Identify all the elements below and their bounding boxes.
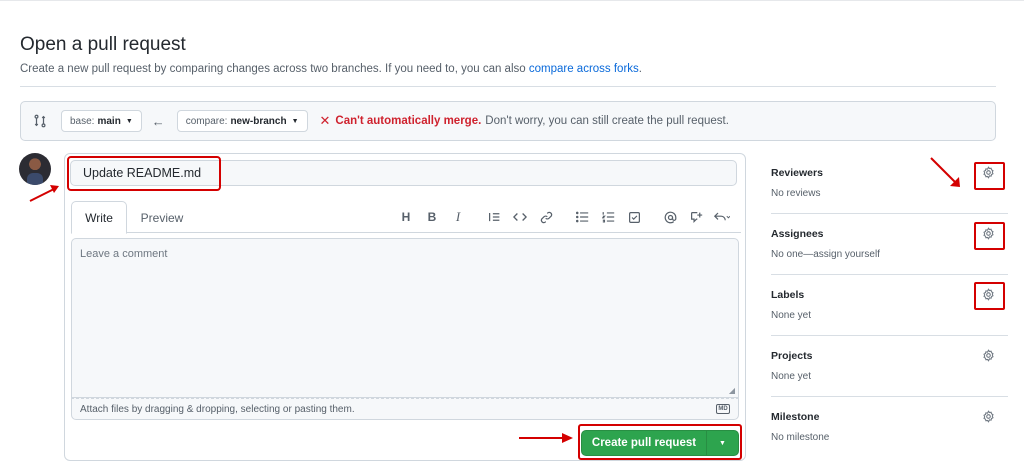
milestone-heading: Milestone <box>771 411 820 423</box>
compare-branch-select[interactable]: compare: new-branch ▼ <box>176 110 308 132</box>
gear-icon[interactable] <box>980 164 996 180</box>
tab-preview[interactable]: Preview <box>133 201 191 234</box>
gear-icon[interactable] <box>980 347 996 363</box>
gear-icon[interactable] <box>980 225 996 241</box>
reviewers-heading: Reviewers <box>771 167 823 179</box>
subtitle-end: . <box>638 63 642 75</box>
editor-tabs: Write Preview H B I <box>71 201 741 234</box>
avatar[interactable] <box>19 153 51 185</box>
merge-status: ✕ Can't automatically merge. Don't worry… <box>320 113 729 129</box>
sidebar-projects: Projects None yet <box>771 336 1008 397</box>
header-divider <box>20 86 996 87</box>
create-pull-request-button[interactable]: Create pull request ▼ <box>581 430 739 456</box>
quote-icon[interactable] <box>481 205 507 229</box>
projects-heading: Projects <box>771 350 813 362</box>
chevron-down-icon: ▼ <box>125 117 133 125</box>
gear-icon[interactable] <box>980 286 996 302</box>
subtitle-text: Create a new pull request by comparing c… <box>20 63 526 75</box>
heading-glyph: H <box>401 210 411 224</box>
assignees-value[interactable]: No one—assign yourself <box>771 249 880 260</box>
annotation-arrow-icon <box>29 185 59 202</box>
compare-label: compare: <box>185 115 228 127</box>
attach-hint: Attach files by dragging & dropping, sel… <box>80 403 355 415</box>
pull-request-editor: Write Preview H B I <box>64 153 746 461</box>
projects-value: None yet <box>771 371 812 382</box>
create-pr-label[interactable]: Create pull request <box>582 431 706 455</box>
italic-glyph: I <box>455 209 461 224</box>
unordered-list-icon[interactable] <box>569 205 595 229</box>
mention-icon[interactable] <box>657 205 683 229</box>
gear-icon[interactable] <box>980 408 996 424</box>
page-header: Open a pull request Create a new pull re… <box>20 34 1010 75</box>
code-icon[interactable] <box>507 205 533 229</box>
ordered-list-icon[interactable] <box>595 205 621 229</box>
file-attach-bar[interactable]: Attach files by dragging & dropping, sel… <box>71 398 739 420</box>
task-list-icon[interactable] <box>621 205 647 229</box>
sidebar-assignees: Assignees No one—assign yourself <box>771 214 1008 275</box>
compare-forks-link[interactable]: compare across forks <box>529 63 639 75</box>
milestone-value: No milestone <box>771 432 830 443</box>
tab-write[interactable]: Write <box>71 201 127 234</box>
chevron-down-icon: ▼ <box>291 117 299 125</box>
base-branch-select[interactable]: base: main ▼ <box>61 110 142 132</box>
comment-textarea[interactable]: Leave a comment ◢ <box>71 238 739 398</box>
base-label: base: <box>70 115 95 127</box>
page-title: Open a pull request <box>20 34 186 55</box>
sidebar-labels: Labels None yet <box>771 275 1008 336</box>
cross-reference-icon[interactable] <box>683 205 709 229</box>
compare-branch-name: new-branch <box>230 115 287 127</box>
heading-icon[interactable]: H <box>393 205 419 229</box>
sidebar-reviewers: Reviewers No reviews <box>771 153 1008 214</box>
page-subtitle: Create a new pull request by comparing c… <box>20 63 1010 75</box>
reply-icon[interactable] <box>709 205 735 229</box>
branch-compare-bar: base: main ▼ ← compare: new-branch ▼ ✕ C… <box>20 101 996 141</box>
base-branch-name: main <box>97 115 121 127</box>
chevron-down-icon[interactable]: ▼ <box>706 431 738 455</box>
link-icon[interactable] <box>533 205 559 229</box>
x-icon: ✕ <box>319 113 331 128</box>
resize-handle-icon[interactable]: ◢ <box>729 386 735 395</box>
markdown-icon[interactable]: MD <box>716 404 730 414</box>
bold-glyph: B <box>427 210 437 224</box>
sidebar-milestone: Milestone No milestone <box>771 397 1008 458</box>
assignees-heading: Assignees <box>771 228 824 240</box>
merge-status-text: Can't automatically merge. <box>335 115 482 127</box>
pr-sidebar: Reviewers No reviews Assignees No one—as… <box>771 153 1008 458</box>
labels-heading: Labels <box>771 289 805 301</box>
italic-icon[interactable]: I <box>445 205 471 229</box>
merge-status-note: Don't worry, you can still create the pu… <box>485 115 729 127</box>
arrow-left-icon: ← <box>151 113 165 129</box>
top-border <box>0 0 1024 3</box>
compare-branches-icon <box>33 113 49 129</box>
reviewers-value: No reviews <box>771 188 821 199</box>
labels-value: None yet <box>771 310 812 321</box>
pr-title-input[interactable] <box>70 160 737 186</box>
comment-placeholder: Leave a comment <box>80 248 168 260</box>
bold-icon[interactable]: B <box>419 205 445 229</box>
markdown-toolbar: H B I <box>393 201 735 233</box>
